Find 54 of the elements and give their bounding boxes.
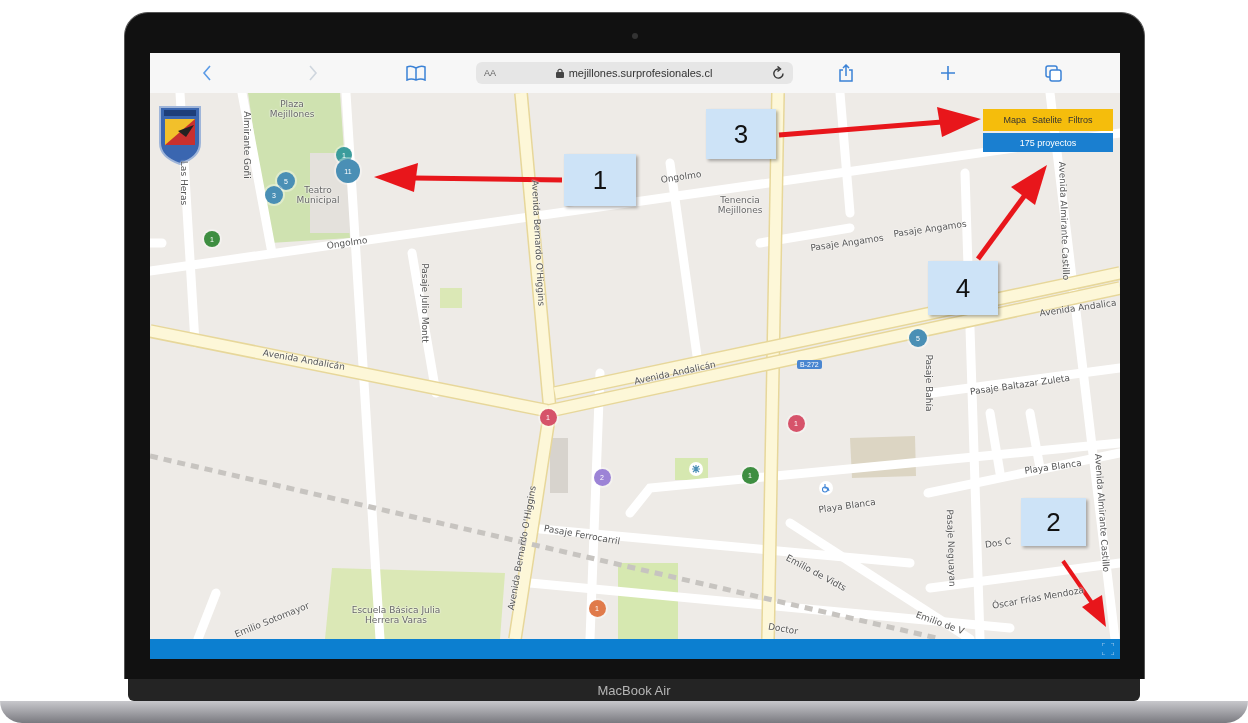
- layer-button[interactable]: Mapa: [1002, 115, 1027, 125]
- camera-icon: [632, 33, 638, 39]
- street-label: Avenida Andalicán: [262, 347, 346, 373]
- plus-icon[interactable]: [941, 66, 955, 80]
- street-label: Doctor: [767, 621, 799, 637]
- street-label: Pasaje Bahía: [923, 354, 935, 412]
- book-icon[interactable]: [406, 65, 426, 81]
- street-label: Ongolmo: [326, 235, 368, 251]
- reader-button[interactable]: AA: [484, 68, 496, 78]
- layer-button[interactable]: Filtros: [1067, 115, 1094, 125]
- street-label: Dos C: [984, 536, 1012, 550]
- street-label: Pasaje Angamos: [892, 218, 968, 240]
- project-count: 175 proyectos: [1019, 137, 1077, 148]
- back-icon[interactable]: [202, 65, 212, 81]
- street-label: Óscar Frías Mendoza: [991, 584, 1085, 612]
- place-label: Escuela Básica Julia Herrera Varas: [350, 604, 442, 626]
- fullscreen-icon[interactable]: [1102, 643, 1114, 655]
- wheelchair-icon: [819, 481, 833, 495]
- street-label: Almirante Goñi: [241, 111, 253, 179]
- place-label: Tenencia Mejillones: [716, 194, 764, 216]
- building-block: [550, 438, 568, 493]
- callout-number: 1: [564, 154, 636, 206]
- layer-button[interactable]: Satelite: [1031, 115, 1063, 125]
- street-label: Avenida Andalicán: [633, 359, 717, 387]
- callout-number: 4: [928, 261, 998, 315]
- street-label: Avenida Bernardo O'Higgins: [505, 485, 539, 611]
- tabs-icon[interactable]: [1045, 64, 1062, 82]
- lock-icon: [555, 68, 564, 78]
- street-label: Pasaje Baltazar Zuleta: [969, 372, 1071, 398]
- laptop-label: MacBook Air: [597, 682, 671, 698]
- street-label: Emilio de V: [914, 609, 966, 637]
- street-label: Playa Blanca: [1023, 457, 1083, 477]
- street-label: Ongolmo: [660, 169, 702, 185]
- street-line: [193, 588, 221, 639]
- street-label: Avenida Andalica: [1039, 297, 1117, 319]
- street-label: Las Heras: [178, 160, 190, 206]
- street-label: Pasaje Julio Montt: [419, 263, 431, 343]
- street-label: Playa Blanca: [817, 496, 877, 516]
- street-label: Pasaje Ferrocarril: [543, 523, 621, 547]
- park-area: [440, 288, 462, 308]
- url-text: mejillones.surprofesionales.cl: [568, 67, 713, 79]
- share-icon[interactable]: [839, 64, 853, 82]
- street-label: Avenida Almirante Castillo: [1092, 453, 1112, 573]
- park-icon: [689, 462, 703, 476]
- place-label: Teatro Municipal: [295, 184, 341, 206]
- street-label: Avenida Bernardo O'Higgins: [529, 179, 547, 307]
- street-label: Pasaje Neguayan: [944, 509, 958, 587]
- street-label: Pasaje Angamos: [809, 232, 885, 254]
- place-label: Plaza Mejillones: [268, 98, 316, 120]
- callout-number: 3: [706, 109, 776, 159]
- reload-icon[interactable]: [772, 66, 785, 80]
- callout-number: 2: [1021, 498, 1086, 546]
- address-field[interactable]: AA mejillones.surprofesionales.cl: [476, 62, 793, 84]
- street-label: Avenida Almirante Castillo: [1056, 161, 1072, 281]
